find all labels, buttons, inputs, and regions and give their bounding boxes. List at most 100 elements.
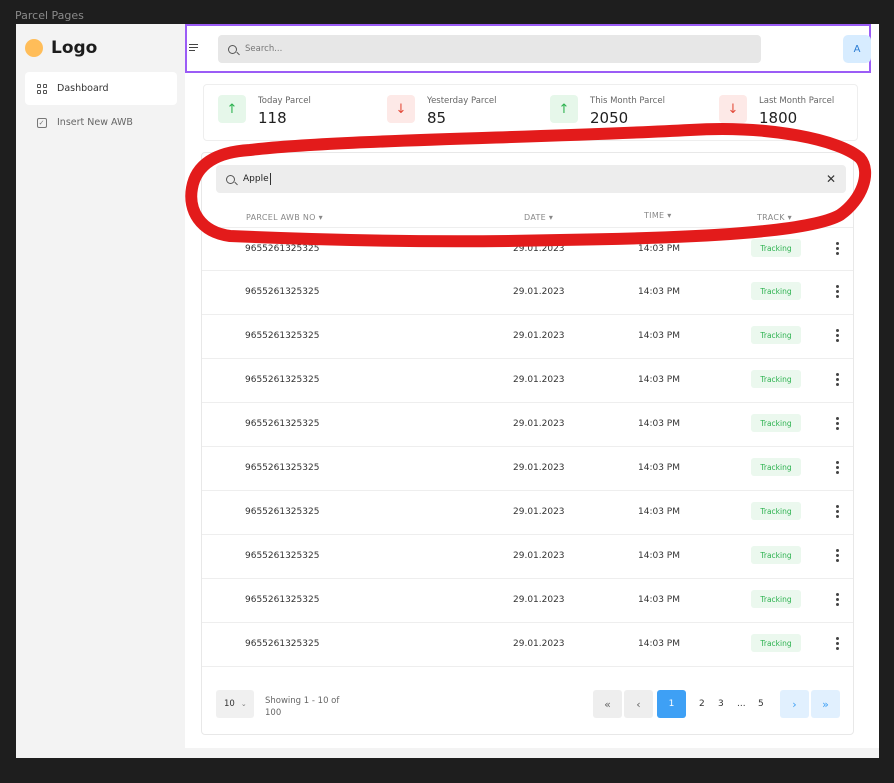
time-cell: 14:03 PM — [638, 331, 680, 341]
column-header-date[interactable]: DATE ▾ — [524, 213, 553, 222]
topbar: Search... A — [185, 24, 871, 73]
stat-label: Last Month Parcel — [759, 96, 835, 106]
page-2-button[interactable]: 2 — [699, 699, 705, 709]
more-options-icon[interactable] — [836, 417, 839, 432]
column-header-awb[interactable]: PARCEL AWB NO ▾ — [246, 213, 323, 222]
table-row[interactable]: 9655261325325 29.01.2023 14:03 PM Tracking — [202, 315, 853, 359]
time-cell: 14:03 PM — [638, 287, 680, 297]
tracking-badge[interactable]: Tracking — [751, 502, 801, 520]
awb-cell: 9655261325325 — [245, 419, 320, 429]
more-options-icon[interactable] — [836, 329, 839, 344]
awb-cell: 9655261325325 — [245, 331, 320, 341]
table-row[interactable]: 9655261325325 29.01.2023 14:03 PM Tracking — [202, 359, 853, 403]
stat-label: This Month Parcel — [590, 96, 665, 106]
table-row[interactable]: 9655261325325 29.01.2023 14:03 PM Tracking — [202, 623, 853, 667]
date-cell: 29.01.2023 — [513, 639, 565, 649]
table-row[interactable]: 9655261325325 29.01.2023 14:03 PM Tracking — [202, 579, 853, 623]
time-cell: 14:03 PM — [638, 244, 680, 254]
text-cursor — [269, 173, 271, 185]
arrow-up-icon: ↑ — [218, 95, 246, 123]
tracking-badge[interactable]: Tracking — [751, 634, 801, 652]
tracking-badge[interactable]: Tracking — [751, 458, 801, 476]
last-page-button[interactable]: » — [811, 690, 840, 718]
sidebar-item-insert-awb[interactable]: ✓ Insert New AWB — [25, 106, 177, 139]
stat-yesterday: ↓ Yesterday Parcel 85 — [387, 95, 497, 127]
table-row[interactable]: 9655261325325 29.01.2023 14:03 PM Tracking — [202, 227, 853, 271]
clear-search-icon[interactable]: ✕ — [826, 172, 836, 186]
prev-page-button[interactable]: ‹ — [624, 690, 653, 718]
sidebar-item-label: Insert New AWB — [57, 117, 133, 128]
more-options-icon[interactable] — [836, 461, 839, 476]
avatar[interactable]: A — [843, 35, 871, 63]
frame-label: Parcel Pages — [15, 9, 84, 22]
first-page-button[interactable]: « — [593, 690, 622, 718]
arrow-down-icon: ↓ — [387, 95, 415, 123]
more-options-icon[interactable] — [836, 505, 839, 520]
stat-value: 1800 — [759, 109, 798, 127]
per-page-select[interactable]: 10 ⌄ — [216, 690, 254, 718]
awb-cell: 9655261325325 — [245, 551, 320, 561]
more-options-icon[interactable] — [836, 242, 839, 257]
logo-text: Logo — [51, 38, 98, 58]
sidebar-item-label: Dashboard — [57, 83, 109, 94]
page-5-button[interactable]: 5 — [758, 699, 764, 709]
table-row[interactable]: 9655261325325 29.01.2023 14:03 PM Tracking — [202, 491, 853, 535]
more-options-icon[interactable] — [836, 285, 839, 300]
tracking-badge[interactable]: Tracking — [751, 282, 801, 300]
tracking-badge[interactable]: Tracking — [751, 370, 801, 388]
table-row[interactable]: 9655261325325 29.01.2023 14:03 PM Tracking — [202, 447, 853, 491]
table-row[interactable]: 9655261325325 29.01.2023 14:03 PM Tracking — [202, 535, 853, 579]
showing-text: Showing 1 - 10 of 100 — [265, 696, 340, 718]
more-options-icon[interactable] — [836, 637, 839, 652]
checkbox-icon: ✓ — [36, 117, 47, 128]
sidebar-item-dashboard[interactable]: Dashboard — [25, 72, 177, 105]
time-cell: 14:03 PM — [638, 375, 680, 385]
app-frame: Logo Dashboard ✓ Insert New AWB Search..… — [16, 24, 879, 758]
page-3-button[interactable]: 3 — [718, 699, 724, 709]
stat-today: ↑ Today Parcel 118 — [218, 95, 311, 127]
date-cell: 29.01.2023 — [513, 375, 565, 385]
stat-last-month: ↓ Last Month Parcel 1800 — [719, 95, 834, 127]
table-search-input[interactable]: Apple ✕ — [216, 165, 846, 193]
awb-cell: 9655261325325 — [245, 595, 320, 605]
main-content: Search... A ↑ Today Parcel 118 ↓ Yesterd… — [185, 24, 879, 748]
tracking-badge[interactable]: Tracking — [751, 590, 801, 608]
logo[interactable]: Logo — [25, 38, 97, 58]
date-cell: 29.01.2023 — [513, 331, 565, 341]
page-1-button[interactable]: 1 — [657, 690, 686, 718]
more-options-icon[interactable] — [836, 373, 839, 388]
sidebar: Logo Dashboard ✓ Insert New AWB — [16, 24, 184, 758]
tracking-badge[interactable]: Tracking — [751, 239, 801, 257]
time-cell: 14:03 PM — [638, 595, 680, 605]
dashboard-grid-icon — [36, 83, 47, 94]
stat-label: Yesterday Parcel — [427, 96, 497, 106]
table-row[interactable]: 9655261325325 29.01.2023 14:03 PM Tracking — [202, 271, 853, 315]
date-cell: 29.01.2023 — [513, 463, 565, 473]
time-cell: 14:03 PM — [638, 463, 680, 473]
more-options-icon[interactable] — [836, 593, 839, 608]
tracking-badge[interactable]: Tracking — [751, 326, 801, 344]
date-cell: 29.01.2023 — [513, 551, 565, 561]
date-cell: 29.01.2023 — [513, 287, 565, 297]
parcel-table-card: Apple ✕ PARCEL AWB NO ▾ DATE ▾ TIME ▾ TR… — [201, 152, 854, 735]
awb-cell: 9655261325325 — [245, 507, 320, 517]
awb-cell: 9655261325325 — [245, 375, 320, 385]
global-search-input[interactable]: Search... — [218, 35, 761, 63]
tracking-badge[interactable]: Tracking — [751, 546, 801, 564]
column-header-time[interactable]: TIME ▾ — [644, 211, 672, 220]
date-cell: 29.01.2023 — [513, 419, 565, 429]
date-cell: 29.01.2023 — [513, 595, 565, 605]
column-header-track[interactable]: TRACK ▾ — [757, 213, 792, 222]
menu-icon[interactable] — [189, 44, 198, 53]
next-page-button[interactable]: › — [780, 690, 809, 718]
pagination: 10 ⌄ Showing 1 - 10 of 100 « ‹ 1 2 3 ...… — [202, 688, 853, 724]
stat-value: 2050 — [590, 109, 629, 127]
table-row[interactable]: 9655261325325 29.01.2023 14:03 PM Tracking — [202, 403, 853, 447]
stat-label: Today Parcel — [258, 96, 311, 106]
date-cell: 29.01.2023 — [513, 507, 565, 517]
awb-cell: 9655261325325 — [245, 287, 320, 297]
date-cell: 29.01.2023 — [513, 244, 565, 254]
tracking-badge[interactable]: Tracking — [751, 414, 801, 432]
more-options-icon[interactable] — [836, 549, 839, 564]
logo-mark-icon — [25, 39, 43, 57]
